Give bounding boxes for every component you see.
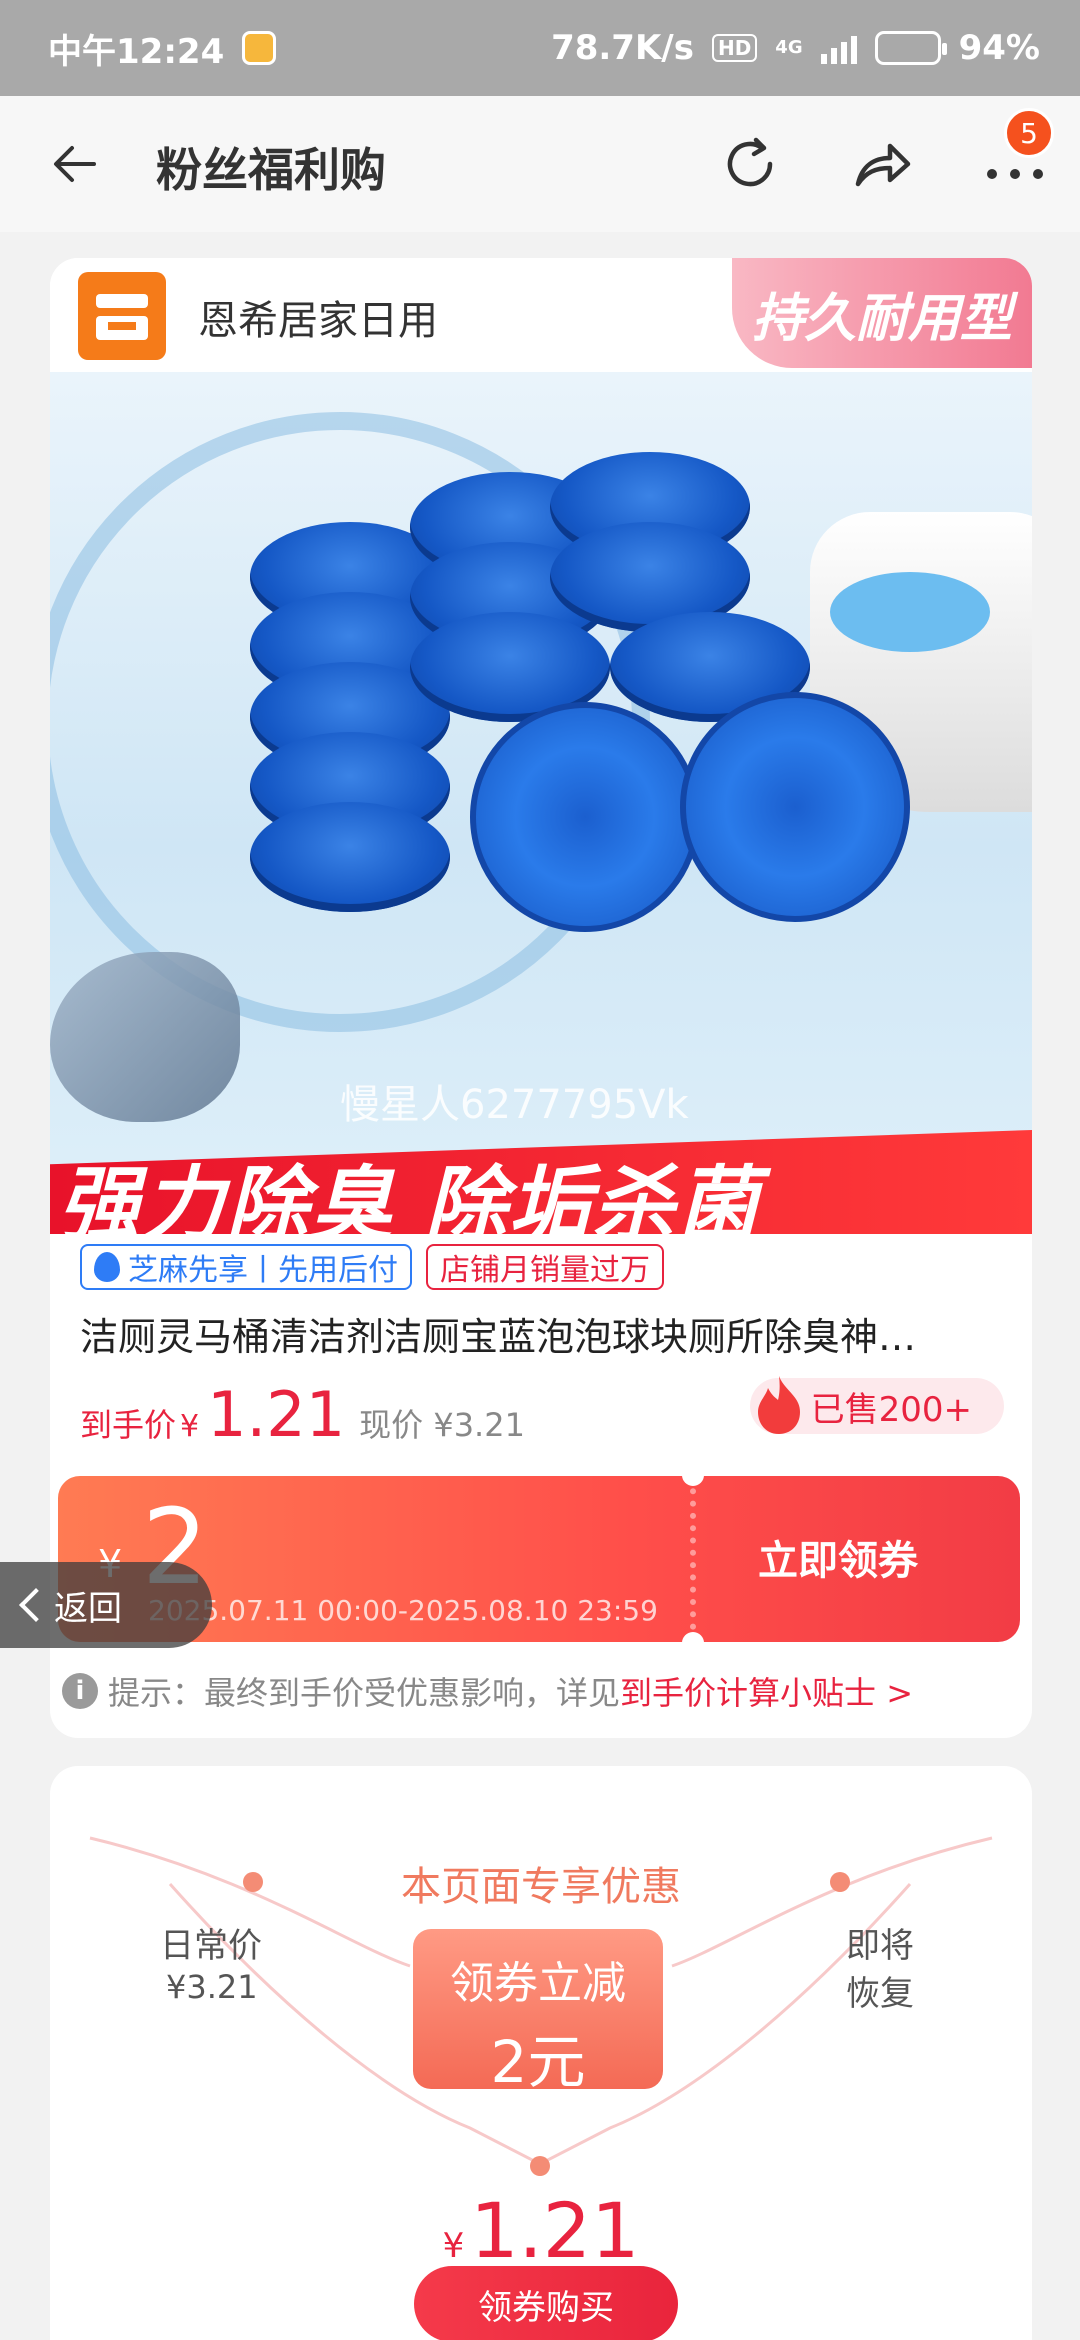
cleaner-puck-face bbox=[470, 702, 700, 932]
promo-discount-box: 领券立减 2元 bbox=[413, 1929, 663, 2096]
promo-final-price: ¥1.21 bbox=[50, 2186, 1032, 2275]
product-card: 恩希居家日用 强力除臭 除垢杀菌 慢星人6277795Vk 持久耐用型 芝麻先享… bbox=[50, 258, 1032, 1738]
restore-label-line2: 恢复 bbox=[846, 1974, 914, 2014]
banner-text: 强力除臭 除垢杀菌 bbox=[58, 1158, 761, 1234]
promo-box-line1: 领券立减 bbox=[450, 1958, 626, 2009]
network-speed: 78.7K/s bbox=[551, 28, 694, 68]
watermark: 慢星人6277795Vk bbox=[340, 1082, 689, 1128]
restore-label: 即将 bbox=[846, 1926, 914, 1966]
product-title[interactable]: 洁厕灵马桶清洁剂洁厕宝蓝泡泡球块厕所除臭神… bbox=[80, 1306, 1010, 1361]
daily-price-label: 日常价 bbox=[160, 1926, 262, 1966]
price-currency: ¥ bbox=[180, 1409, 200, 1444]
price-tips-link[interactable]: 到手价计算小贴士 > bbox=[620, 1668, 913, 1714]
coupon-notch bbox=[682, 1476, 704, 1486]
zhima-tag-label: 芝麻先享丨先用后付 bbox=[128, 1253, 398, 1288]
cleaner-puck bbox=[250, 802, 450, 912]
promo-final-currency: ¥ bbox=[442, 2226, 465, 2266]
coupon-validity: 2025.07.11 00:00-2025.08.10 23:59 bbox=[148, 1594, 658, 1627]
sold-badge: 已售200+ bbox=[750, 1376, 1004, 1434]
shop-name[interactable]: 恩希居家日用 bbox=[198, 288, 438, 346]
notification-badge: 5 bbox=[1004, 108, 1054, 158]
promo-title: 本页面专享优惠 bbox=[401, 1864, 681, 1910]
sold-count: 已售200+ bbox=[810, 1389, 972, 1430]
toilet-water bbox=[830, 572, 990, 652]
zhima-tag: 芝麻先享丨先用后付 bbox=[80, 1244, 412, 1290]
info-icon: i bbox=[62, 1673, 98, 1709]
back-arrow-icon[interactable] bbox=[48, 136, 104, 192]
battery-icon bbox=[874, 31, 947, 65]
promo-card: 本页面专享优惠 日常价 ¥3.21 即将 恢复 领券立减 2元 ¥1.21 领券… bbox=[50, 1766, 1032, 2340]
cleaner-puck-face bbox=[680, 692, 910, 922]
status-time: 中午12:24 bbox=[48, 31, 225, 72]
hd-icon: HD bbox=[711, 34, 758, 62]
final-price: 1.21 bbox=[207, 1378, 346, 1451]
claim-coupon-button[interactable]: 立即领券 bbox=[758, 1528, 918, 1586]
tip-text: 提示：最终到手价受优惠影响，详见 bbox=[108, 1674, 621, 1712]
coupon-notch bbox=[682, 1632, 704, 1642]
product-image[interactable]: 强力除臭 除垢杀菌 慢星人6277795Vk bbox=[50, 372, 1032, 1234]
current-price: 现价 ¥3.21 bbox=[359, 1406, 525, 1444]
refresh-icon[interactable] bbox=[716, 130, 784, 198]
floating-back-label: 返回 bbox=[54, 1588, 122, 1629]
daily-price: ¥3.21 bbox=[166, 1968, 258, 2006]
network-type: 4G bbox=[775, 37, 803, 58]
tip-row: i 提示：最终到手价受优惠影响，详见 到手价计算小贴士 > bbox=[62, 1668, 913, 1714]
tag-row: 芝麻先享丨先用后付 店铺月销量过万 bbox=[80, 1244, 664, 1290]
chevron-left-icon bbox=[19, 1588, 53, 1622]
durable-tag: 持久耐用型 bbox=[732, 258, 1032, 368]
share-icon[interactable] bbox=[848, 130, 916, 198]
price-row: 到手价 ¥ 1.21 现价 ¥3.21 bbox=[80, 1378, 525, 1451]
status-bar: 中午12:24 78.7K/s HD 4G 94% bbox=[0, 0, 1080, 96]
claim-and-buy-button[interactable]: 领券购买 bbox=[414, 2266, 678, 2340]
sales-tag: 店铺月销量过万 bbox=[426, 1244, 664, 1290]
shop-logo-icon[interactable] bbox=[78, 272, 166, 360]
signal-icon bbox=[820, 32, 857, 64]
promo-final-value: 1.21 bbox=[470, 2186, 640, 2275]
price-label: 到手价 bbox=[80, 1406, 177, 1444]
notification-app-icon bbox=[242, 31, 277, 65]
battery-percent: 94% bbox=[958, 28, 1040, 68]
dolphin-image bbox=[50, 952, 240, 1122]
nav-bar: 粉丝福利购 bbox=[0, 96, 1080, 232]
floating-back-button[interactable]: 返回 bbox=[0, 1562, 212, 1648]
page-title: 粉丝福利购 bbox=[156, 143, 386, 197]
flame-icon bbox=[758, 1376, 800, 1434]
zhima-icon bbox=[94, 1252, 120, 1282]
coupon-divider bbox=[690, 1476, 696, 1642]
promo-box-line2: 2元 bbox=[490, 2028, 586, 2096]
